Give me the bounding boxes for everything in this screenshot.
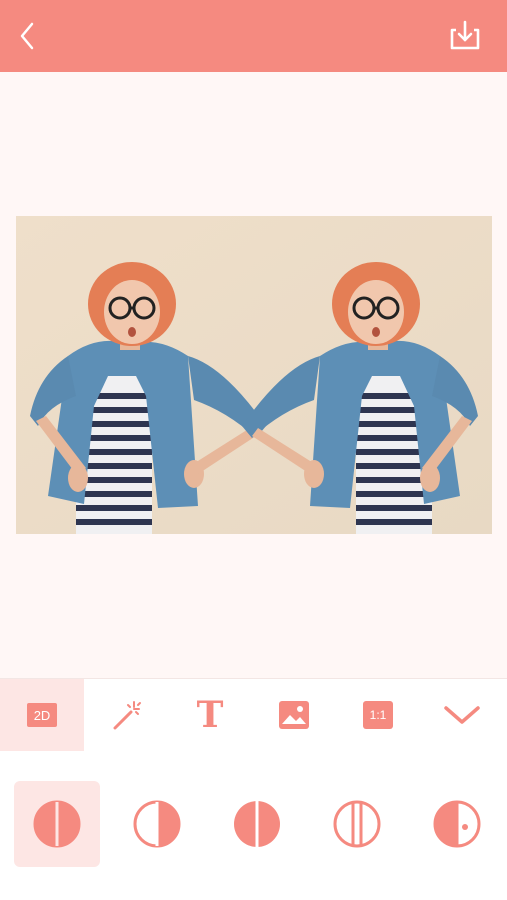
mirror-option-outline[interactable]: [314, 781, 400, 867]
tool-effects[interactable]: [84, 679, 168, 751]
chevron-left-icon: [20, 22, 34, 50]
mirror-outline-icon: [333, 800, 381, 848]
mirror-options-panel: [0, 751, 507, 900]
mirror-left-fill-icon: [33, 800, 81, 848]
tool-background[interactable]: [252, 679, 336, 751]
download-button[interactable]: [442, 16, 486, 56]
2d-icon: 2D: [27, 703, 57, 727]
photo-illustration: [16, 216, 492, 534]
download-icon: [450, 20, 480, 50]
tool-ratio-label: 1:1: [369, 708, 387, 722]
tool-ratio[interactable]: 1:1: [336, 679, 420, 751]
aspect-ratio-icon: 1:1: [363, 701, 393, 729]
back-button[interactable]: [10, 18, 46, 54]
tool-bar: 2D T 1:1: [0, 678, 507, 752]
mirror-dot-icon: [433, 800, 481, 848]
mirrored-photo[interactable]: [16, 216, 492, 534]
mirror-split-icon: [234, 801, 280, 847]
tool-collapse[interactable]: [420, 679, 504, 751]
tool-2d-label: 2D: [33, 707, 51, 723]
top-bar: [0, 0, 507, 72]
text-icon: T: [196, 694, 224, 736]
mirror-option-split[interactable]: [214, 781, 300, 867]
tool-2d[interactable]: 2D: [0, 679, 84, 751]
tool-text[interactable]: T: [168, 679, 252, 751]
mirror-right-fill-icon: [133, 800, 181, 848]
image-icon: [279, 701, 309, 729]
mirror-option-right-left[interactable]: [114, 781, 200, 867]
mirror-option-left-right[interactable]: [14, 781, 100, 867]
mirror-option-dot[interactable]: [414, 781, 500, 867]
chevron-down-icon: [444, 706, 480, 724]
magic-wand-icon: [113, 701, 141, 730]
